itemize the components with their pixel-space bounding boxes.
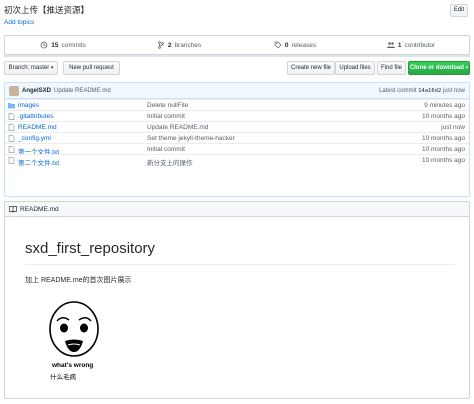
readme-filename: README.md	[20, 205, 59, 213]
file-row[interactable]: README.md Update README.md just now	[5, 121, 469, 132]
file-commit-message[interactable]: Update README.md	[147, 124, 208, 131]
contributors-count: 1	[397, 41, 402, 49]
commits-count: 15	[51, 41, 59, 49]
repo-header: 初次上传【推送资源】 Add topics Edit	[4, 3, 470, 31]
file-icon	[8, 135, 15, 142]
avatar[interactable]	[9, 86, 19, 96]
file-age: 10 months ago	[421, 145, 465, 153]
add-topics-link[interactable]: Add topics	[4, 19, 34, 26]
repo-description: 初次上传【推送资源】	[4, 5, 90, 15]
file-commit-message[interactable]: Delete nullFile	[147, 102, 188, 109]
releases-count: 0	[284, 41, 289, 49]
commit-author[interactable]: AngelSXD	[22, 88, 51, 94]
file-name[interactable]: _config.yml	[18, 135, 51, 142]
file-icon	[8, 157, 15, 164]
commit-message[interactable]: Update README.md	[54, 88, 111, 94]
edit-button[interactable]: Edit	[450, 4, 468, 17]
file-row[interactable]: 第一个文件.txt Initial commit 10 months ago	[5, 143, 469, 156]
file-icon	[8, 113, 15, 120]
file-age: 10 months ago	[421, 112, 465, 120]
releases-link[interactable]: 0 releases	[237, 36, 353, 54]
readme-panel: README.md sxd_first_repository 加上 README…	[4, 201, 470, 399]
file-name[interactable]: images	[18, 102, 39, 109]
clone-download-label: Clone or download	[409, 65, 464, 71]
branches-link[interactable]: 2 branches	[121, 36, 237, 54]
book-icon	[9, 205, 17, 213]
file-commit-message[interactable]: 新分支上的操作	[147, 157, 193, 167]
commits-label: commits	[61, 41, 86, 49]
file-commit-message[interactable]: Initial commit	[147, 113, 185, 120]
branch-select-button[interactable]: Branch: master ▾	[4, 61, 58, 75]
latest-commit-label: Latest commit	[379, 88, 417, 94]
find-file-button[interactable]: Find file	[377, 61, 406, 75]
file-age: 9 minutes ago	[424, 101, 465, 109]
file-name[interactable]: .gitattributes	[18, 113, 53, 120]
file-age: 10 months ago	[421, 156, 465, 164]
commit-sha[interactable]: 14a16d2	[418, 88, 441, 94]
readme-paragraph: 加上 README.me的首次图片展示	[25, 277, 132, 284]
file-commit-message[interactable]: Set theme jekyll-theme-hacker	[147, 135, 235, 142]
latest-commit-bar: AngelSXD Update README.md Latest commit …	[5, 83, 469, 99]
file-list-container: AngelSXD Update README.md Latest commit …	[4, 82, 470, 197]
commits-link[interactable]: 15 commits	[5, 36, 121, 54]
contributors-link[interactable]: 1 contributor	[353, 36, 469, 54]
meme-caption-english: what's wrong	[52, 362, 94, 369]
history-icon	[40, 41, 48, 49]
file-row[interactable]: .gitattributes Initial commit 10 months …	[5, 110, 469, 121]
file-name[interactable]: README.md	[18, 124, 57, 131]
releases-label: releases	[291, 41, 317, 49]
create-new-file-button[interactable]: Create new file	[287, 61, 335, 75]
readme-title: sxd_first_repository	[25, 240, 156, 257]
file-row[interactable]: _config.yml Set theme jekyll-theme-hacke…	[5, 132, 469, 143]
branch-select-label: Branch: master	[8, 65, 50, 71]
latest-commit-info: Latest commit 14a16d2 just now	[379, 88, 465, 94]
contributors-label: contributor	[404, 41, 436, 49]
clone-download-button[interactable]: Clone or download ▾	[408, 61, 470, 75]
tag-icon	[274, 41, 282, 49]
file-name[interactable]: 第二个文件.txt	[18, 157, 59, 167]
file-age: 10 months ago	[421, 134, 465, 142]
file-age: just now	[441, 123, 465, 131]
file-commit-message[interactable]: Initial commit	[147, 146, 185, 153]
commit-age: just now	[442, 88, 465, 94]
file-icon	[8, 124, 15, 131]
folder-icon	[8, 103, 15, 109]
branches-label: branches	[174, 41, 202, 49]
repo-summary: 15 commits 2 branches 0 releases 1 contr…	[4, 35, 470, 55]
new-pull-request-button[interactable]: New pull request	[63, 61, 120, 75]
divider	[25, 264, 455, 265]
language-bar	[4, 55, 470, 57]
file-row[interactable]: images Delete nullFile 9 minutes ago	[5, 99, 469, 110]
file-row[interactable]: 第二个文件.txt 新分支上的操作 10 months ago	[5, 154, 469, 167]
branches-count: 2	[167, 41, 172, 49]
meme-caption-chinese: 什么毛病	[50, 374, 76, 381]
file-icon	[8, 146, 15, 153]
branch-icon	[158, 41, 164, 49]
chevron-down-icon: ▾	[50, 65, 54, 71]
chevron-down-icon: ▾	[465, 65, 469, 71]
file-navigation: Branch: master ▾ New pull request Create…	[4, 61, 470, 76]
readme-header: README.md	[5, 202, 469, 217]
upload-files-button[interactable]: Upload files	[335, 61, 375, 75]
people-icon	[386, 42, 395, 48]
